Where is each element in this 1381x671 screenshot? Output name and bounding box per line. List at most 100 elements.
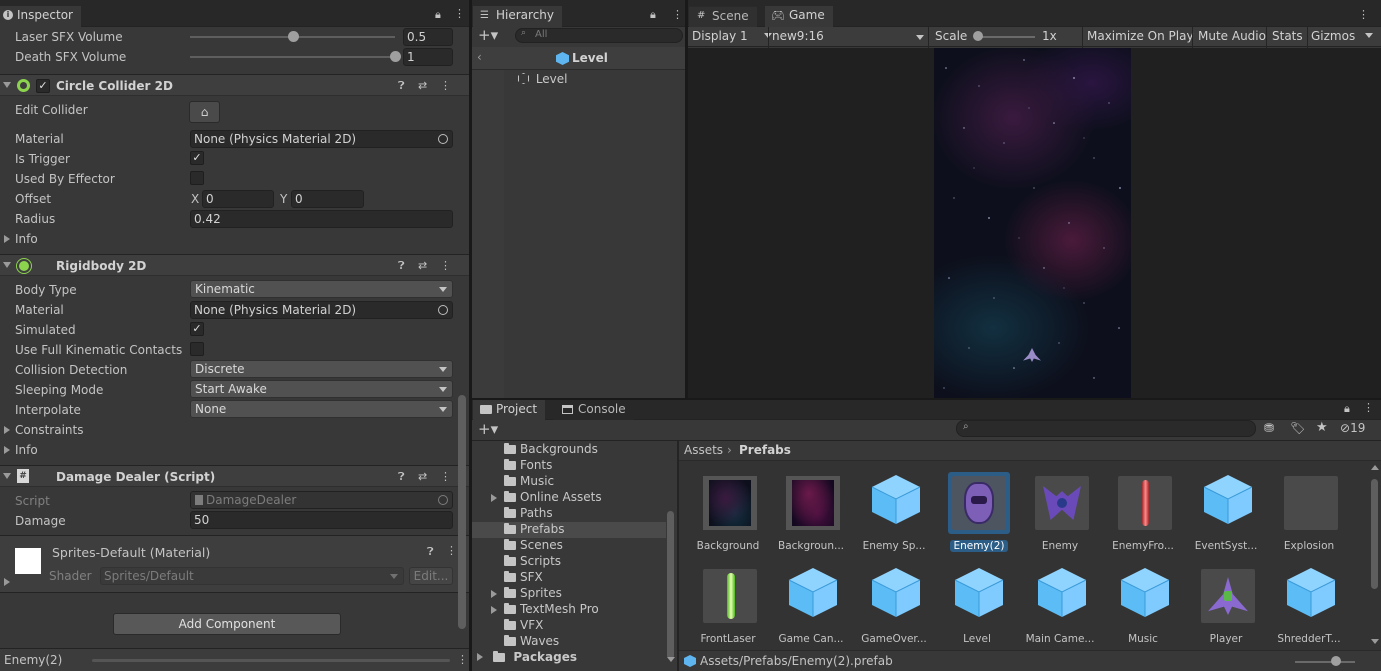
scene-header[interactable]: ‹ Level [472,47,685,70]
kebab-menu-icon[interactable]: ⋮ [1358,8,1369,21]
asset-scrollbar[interactable] [1371,479,1378,589]
asset-item[interactable]: Player [1179,565,1259,655]
rb-info-row[interactable]: Info [0,440,469,460]
cc-info-fold-icon[interactable] [4,235,10,243]
icon-size-slider[interactable] [1295,661,1355,663]
create-plus-icon[interactable]: +▾ [478,420,498,438]
death-sfx-field[interactable]: 1 [403,48,453,66]
project-search-input[interactable]: ⌕ [956,420,1256,437]
breadcrumb-current[interactable]: Prefabs [739,443,791,457]
aspect-dropdown[interactable]: new9:16 [772,29,824,47]
icon-size-slider-knob[interactable] [1331,656,1341,666]
damage-field[interactable]: 50 [190,511,453,529]
component-menu-icon[interactable]: ⋮ [440,259,451,272]
expand-arrow-icon[interactable] [491,606,497,614]
folder-item[interactable]: VFX [472,618,666,634]
fold-arrow-icon[interactable] [3,82,11,88]
expand-arrow-icon[interactable] [491,590,497,598]
lock-icon[interactable]: 🔒︎ [435,8,441,22]
kebab-menu-icon[interactable]: ⋮ [454,7,465,20]
asset-item[interactable]: Backgroun... [764,472,844,562]
tab-hierarchy[interactable]: ☰ Hierarchy [473,6,563,27]
offset-x-field[interactable]: 0 [202,190,274,208]
filter-by-label-icon[interactable]: 🏷︎ [1290,421,1305,435]
hierarchy-item[interactable]: Level [518,72,568,88]
folder-item[interactable]: Online Assets [472,490,666,506]
rb-info-fold-icon[interactable] [4,446,10,454]
component-menu-icon[interactable]: ⋮ [446,544,457,557]
component-menu-icon[interactable]: ⋮ [440,470,451,483]
circle-collider-enabled-checkbox[interactable]: ✓ [36,79,50,93]
add-component-button[interactable]: Add Component [113,613,341,635]
asset-item[interactable]: ShredderT... [1262,565,1342,655]
inspector-scrollbar[interactable] [458,395,466,629]
asset-item[interactable]: Game Can... [764,565,844,655]
scroll-down-arrow-icon[interactable] [1371,639,1379,644]
body-type-dropdown[interactable]: Kinematic [190,280,453,298]
full-kinematic-checkbox[interactable] [190,342,204,356]
offset-y-field[interactable]: 0 [291,190,364,208]
rigidbody-header[interactable]: Rigidbody 2D ❓︎ ⇄ ⋮ [0,254,469,276]
game-canvas[interactable] [934,48,1131,398]
sleeping-dropdown[interactable]: Start Awake [190,380,453,398]
circle-collider-header[interactable]: ✓ Circle Collider 2D ❓︎ ⇄ ⋮ [0,74,469,96]
help-icon[interactable]: ❓︎ [398,79,405,93]
filter-by-type-icon[interactable]: ⛃ [1264,421,1274,435]
kebab-menu-icon[interactable]: ⋮ [672,8,683,21]
radius-field[interactable]: 0.42 [190,210,453,228]
stats-toggle[interactable]: Stats [1272,29,1303,47]
add-plus-icon[interactable]: +▾ [478,26,498,44]
material-fold-icon[interactable] [4,578,10,586]
folder-item[interactable]: Scripts [472,554,666,570]
asset-item[interactable]: Enemy [1013,472,1093,562]
collision-dropdown[interactable]: Discrete [190,360,453,378]
folder-item[interactable]: TextMesh Pro [472,602,666,618]
game-viewport[interactable] [688,48,1381,398]
folder-item[interactable]: Sprites [472,586,666,602]
presets-icon[interactable]: ⇄ [418,79,427,92]
laser-sfx-slider-knob[interactable] [287,31,299,42]
rb-material-field[interactable]: None (Physics Material 2D) [190,301,453,319]
display-dropdown[interactable]: Display 1 [692,29,772,47]
object-picker-icon[interactable] [438,134,448,144]
folder-item[interactable]: Prefabs [472,522,666,538]
asset-item[interactable]: Enemy(2) [930,472,1010,562]
scroll-down-arrow-icon[interactable] [667,657,675,662]
folder-item[interactable]: Scenes [472,538,666,554]
asset-item[interactable]: Music [1096,565,1176,655]
hidden-packages-icon[interactable]: ⊘19 [1340,421,1365,435]
asset-item[interactable]: FrontLaser [681,565,761,655]
constraints-fold-icon[interactable] [4,426,10,434]
folder-item[interactable]: Music [472,474,666,490]
folder-item[interactable]: Waves [472,634,666,650]
kebab-menu-icon[interactable]: ⋮ [457,653,468,666]
asset-item[interactable]: GameOver... [847,565,927,655]
folder-item[interactable]: SFX [472,570,666,586]
back-chevron-icon[interactable]: ‹ [477,50,482,64]
folder-item[interactable]: Paths [472,506,666,522]
presets-icon[interactable]: ⇄ [418,259,427,272]
kebab-menu-icon[interactable]: ⋮ [1363,401,1374,414]
tab-console[interactable]: Console [553,400,634,420]
maximize-on-play-toggle[interactable]: Maximize On Play [1087,29,1194,47]
asset-item[interactable]: Background [681,472,761,562]
damage-dealer-header[interactable]: # Damage Dealer (Script) ❓︎ ⇄ ⋮ [0,465,469,487]
cc-material-field[interactable]: None (Physics Material 2D) [190,130,453,148]
interpolate-dropdown[interactable]: None [190,400,453,418]
tab-scene[interactable]: # Scene [689,6,757,27]
tab-inspector[interactable]: i Inspector [0,6,81,27]
edit-collider-button[interactable]: ⌂ [189,101,220,123]
death-sfx-slider[interactable] [190,56,395,58]
folder-tree-scrollbar[interactable] [667,511,674,659]
object-picker-icon[interactable] [438,305,448,315]
is-trigger-checkbox[interactable]: ✓ [190,151,204,165]
asset-item[interactable]: EventSyst... [1179,472,1259,562]
mute-audio-toggle[interactable]: Mute Audio [1198,29,1266,47]
favorites-star-icon[interactable]: ★ [1316,420,1328,435]
constraints-row[interactable]: Constraints [0,420,469,440]
asset-item[interactable]: Explosion [1262,472,1342,562]
death-sfx-slider-knob[interactable] [390,51,401,62]
scale-slider-knob[interactable] [973,31,983,41]
scale-slider[interactable] [975,36,1035,38]
packages-folder[interactable]: Packages [477,650,577,666]
